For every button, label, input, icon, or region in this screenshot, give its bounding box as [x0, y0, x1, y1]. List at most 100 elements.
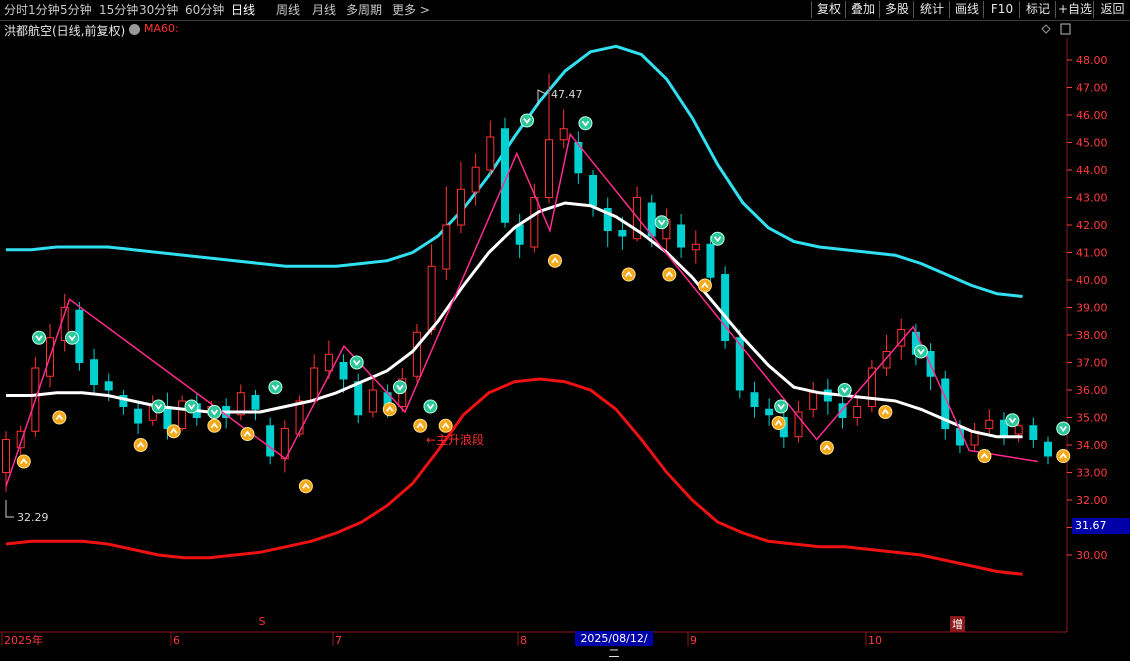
price-tick-label: 34.00: [1076, 439, 1108, 452]
candle-body: [809, 392, 818, 410]
toolbar-action-button[interactable]: 复权: [811, 1, 846, 18]
candle-body: [823, 389, 832, 402]
price-tick-label: 39.00: [1076, 302, 1108, 315]
sell-signal-icon: [423, 399, 438, 414]
buy-signal-icon: [977, 449, 992, 463]
candle-body: [853, 406, 862, 418]
sell-signal-icon: [837, 383, 852, 397]
sell-signal-icon: [65, 330, 80, 345]
sell-signal-icon: [349, 355, 364, 370]
current-price-label: 31.67: [1072, 518, 1130, 534]
buy-signal-icon: [819, 440, 834, 455]
buy-signal-icon: [878, 405, 893, 419]
buy-signal-icon: [16, 454, 31, 469]
candle-body: [1029, 425, 1038, 440]
toolbar-action-button[interactable]: +自选: [1055, 1, 1094, 18]
candle-body: [530, 197, 539, 248]
sell-signal-icon: [774, 399, 789, 414]
period-tab[interactable]: 5分钟: [60, 2, 92, 18]
period-tab[interactable]: 分时: [4, 2, 28, 18]
candle-body: [251, 395, 260, 410]
sell-signal-icon: [710, 231, 725, 246]
candle-body: [765, 408, 774, 416]
period-tab[interactable]: 15分钟: [99, 2, 138, 18]
price-tick-label: 44.00: [1076, 164, 1108, 177]
toolbar-action-button[interactable]: 统计: [913, 1, 950, 18]
buy-signal-icon: [52, 410, 67, 425]
time-tick-label: 2025年: [4, 633, 43, 647]
candle-body: [545, 139, 554, 198]
toolbar-action-button[interactable]: 画线: [949, 1, 984, 18]
buy-signal-icon: [1056, 449, 1071, 463]
candle-body: [266, 425, 275, 457]
toolbar-action-button[interactable]: 多股: [879, 1, 914, 18]
period-tab[interactable]: 周线: [276, 2, 300, 18]
buy-signal-icon: [298, 479, 313, 494]
candle-body: [412, 331, 421, 377]
candle-body: [456, 188, 465, 226]
time-tick-label: 8: [520, 634, 527, 647]
candle-body: [486, 136, 495, 171]
panel-icon: [1060, 23, 1071, 35]
kline-chart[interactable]: 48.00 47.00 46.00 45.00 44.00 43.00 42.00 41.00…: [0, 20, 1130, 650]
price-tick-label: 36.00: [1076, 384, 1108, 397]
candle-body: [721, 274, 730, 341]
zigzag-line: [5, 132, 1038, 487]
period-tab[interactable]: 60分钟: [185, 2, 224, 18]
candle-body: [985, 419, 994, 429]
sell-signal-icon: [207, 405, 222, 419]
toolbar-action-button[interactable]: 叠加: [845, 1, 880, 18]
price-tick-label: 45.00: [1076, 137, 1108, 150]
price-tick-label: 48.00: [1076, 54, 1108, 67]
period-tab[interactable]: 更多 >: [392, 2, 430, 18]
price-tick-label: 41.00: [1076, 247, 1108, 260]
period-tab[interactable]: 多周期: [346, 2, 382, 18]
buy-signal-icon: [771, 416, 786, 430]
cursor-date-label: 2025/08/12/二: [575, 631, 653, 660]
sell-signal-icon: [268, 380, 283, 395]
period-tab[interactable]: 日线: [231, 2, 255, 18]
candle-body: [427, 265, 436, 330]
s-marker: S: [259, 615, 266, 628]
buy-signal-icon: [662, 267, 677, 282]
candle-body: [310, 367, 319, 402]
buy-signal-icon: [240, 427, 255, 441]
sell-signal-icon: [1005, 413, 1020, 428]
toolbar-action-button[interactable]: F10: [983, 1, 1020, 18]
candle-body: [471, 166, 480, 193]
period-tab[interactable]: 1分钟: [28, 2, 60, 18]
toolbar-action-button[interactable]: 返回: [1093, 1, 1130, 18]
time-tick-label: 6: [173, 634, 180, 647]
buy-signal-icon: [166, 424, 181, 439]
candle-body: [104, 381, 113, 391]
candle-body: [324, 353, 333, 372]
sell-signal-icon: [913, 344, 928, 359]
candle-body: [515, 224, 524, 245]
low-price-label: 32.29: [17, 511, 49, 524]
candle-body: [90, 359, 99, 385]
candle-body: [589, 175, 598, 207]
upper-band-line: [6, 44, 1023, 298]
candle-body: [354, 381, 363, 416]
sell-signal-icon: [578, 116, 593, 131]
candle-body: [442, 224, 451, 270]
period-tab[interactable]: 30分钟: [139, 2, 178, 18]
buy-signal-icon: [133, 438, 148, 452]
candle-body: [339, 362, 348, 380]
candle-body: [2, 439, 10, 473]
candle-body: [178, 400, 187, 429]
price-tick-label: 37.00: [1076, 357, 1108, 370]
price-tick-label: 40.00: [1076, 274, 1108, 287]
sell-signal-icon: [392, 380, 407, 395]
candle-body: [134, 408, 143, 424]
period-toolbar: 分时 1分钟 5分钟 15分钟 30分钟 60分钟 日线 周线 月线 多周期 更多 > 复权 叠加 多股统…: [0, 0, 1130, 21]
price-tick-label: 32.00: [1076, 494, 1108, 507]
period-tab[interactable]: 月线: [312, 2, 336, 18]
time-tick-label: 10: [868, 634, 882, 647]
buy-signal-icon: [382, 402, 397, 417]
price-tick-label: 43.00: [1076, 192, 1108, 205]
toolbar-action-button[interactable]: 标记: [1019, 1, 1056, 18]
candle-body: [295, 400, 304, 435]
high-price-label: 47.47: [551, 88, 583, 101]
candle-body: [677, 224, 686, 248]
